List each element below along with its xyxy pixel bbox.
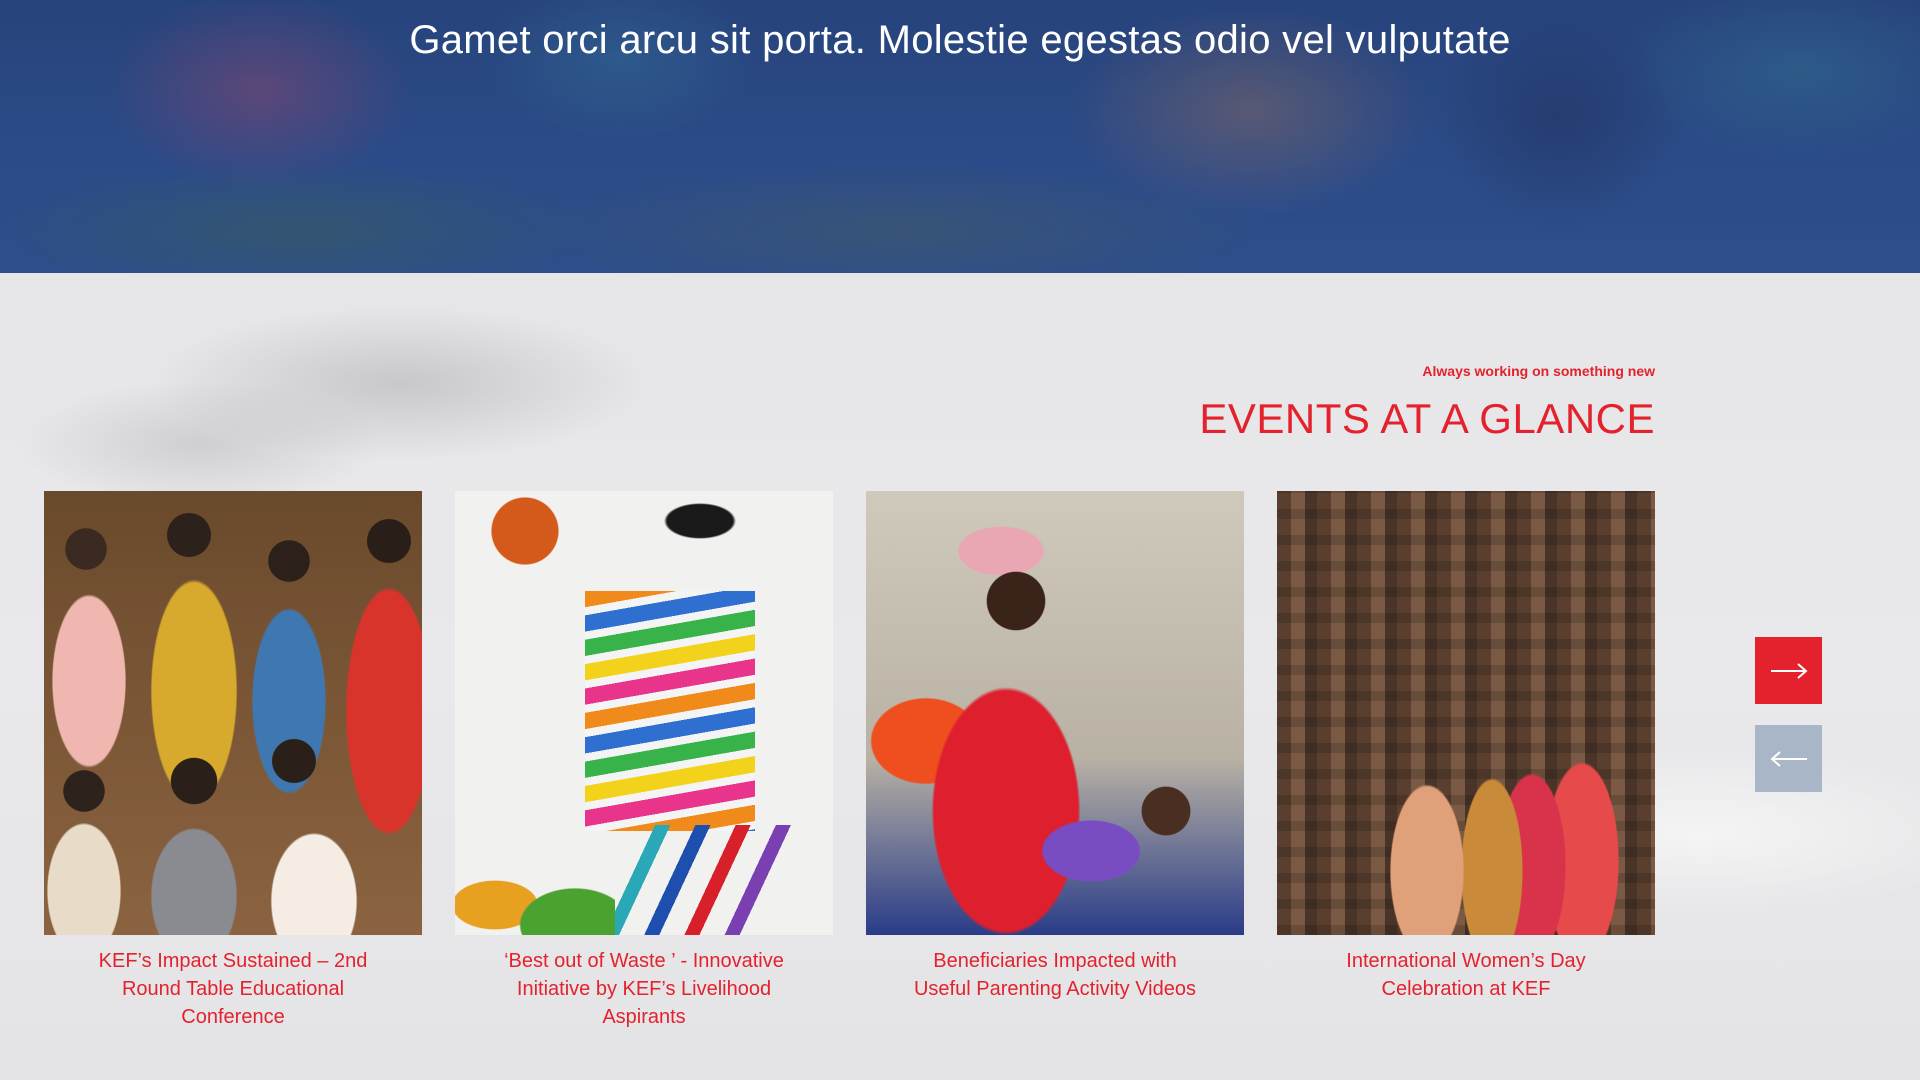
events-title: EVENTS AT A GLANCE xyxy=(1199,395,1655,442)
event-card-caption[interactable]: International Women’s Day Celebration at… xyxy=(1277,947,1655,1003)
event-card[interactable]: Beneficiaries Impacted with Useful Paren… xyxy=(866,491,1244,1003)
carousel-next-button[interactable] xyxy=(1755,637,1822,704)
arrow-left-icon xyxy=(1769,750,1807,767)
temple-women-photo[interactable] xyxy=(1277,491,1655,935)
event-card-caption[interactable]: ‘Best out of Waste ’ - Innovative Initia… xyxy=(455,947,833,1031)
event-card[interactable]: ‘Best out of Waste ’ - Innovative Initia… xyxy=(455,491,833,1031)
carousel-prev-button[interactable] xyxy=(1755,725,1822,792)
group-photo-women[interactable] xyxy=(44,491,422,935)
hero-banner: Gamet orci arcu sit porta. Molestie eges… xyxy=(0,0,1920,273)
event-card-caption[interactable]: Beneficiaries Impacted with Useful Paren… xyxy=(866,947,1244,1003)
events-kicker: Always working on something new xyxy=(1422,363,1655,379)
mother-and-baby-photo[interactable] xyxy=(866,491,1244,935)
arrow-right-icon xyxy=(1770,662,1808,679)
event-card-caption[interactable]: KEF’s Impact Sustained – 2nd Round Table… xyxy=(44,947,422,1031)
hero-title: Gamet orci arcu sit porta. Molestie eges… xyxy=(409,18,1511,62)
event-card[interactable]: International Women’s Day Celebration at… xyxy=(1277,491,1655,1003)
event-card[interactable]: KEF’s Impact Sustained – 2nd Round Table… xyxy=(44,491,422,1031)
art-supplies-photo[interactable] xyxy=(455,491,833,935)
